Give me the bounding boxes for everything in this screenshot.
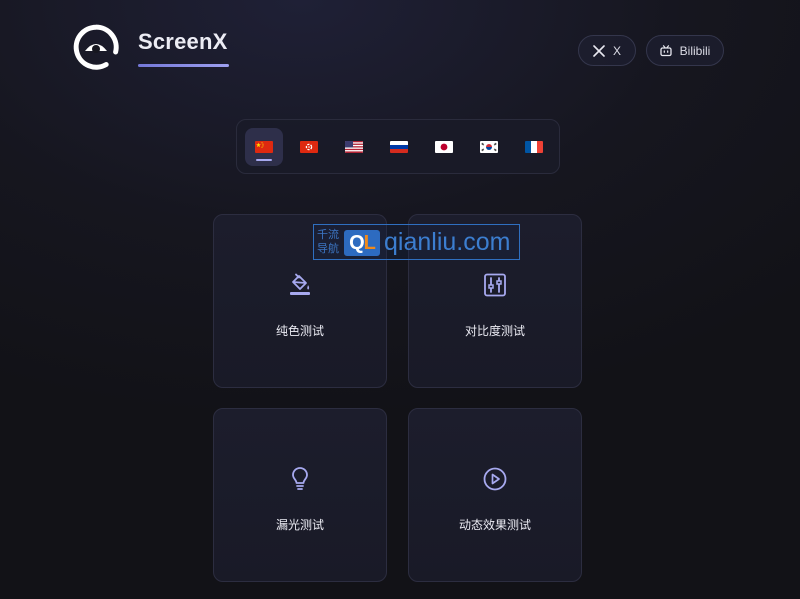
contrast-test-label: 对比度测试 — [464, 324, 525, 338]
x-link-label: X — [612, 43, 621, 58]
brand-name: ScreenX — [138, 29, 228, 54]
watermark-ql-logo: QL — [344, 230, 380, 256]
watermark-domain: qianliu.com — [384, 228, 511, 256]
south-korea-flag-icon — [480, 141, 498, 153]
lang-button-zh-hk[interactable] — [290, 128, 328, 166]
lang-button-ja[interactable] — [425, 128, 463, 166]
us-flag-icon — [345, 141, 363, 153]
motion-effect-test-label: 动态效果测试 — [458, 518, 531, 532]
solid-color-test-label: 纯色测试 — [275, 324, 324, 338]
japan-flag-icon — [435, 141, 453, 153]
bilibili-link-button[interactable]: Bilibili — [646, 35, 724, 66]
lang-button-en-us[interactable] — [335, 128, 373, 166]
lang-button-fr[interactable] — [515, 128, 553, 166]
watermark-chinese-text: 千流导航 — [317, 229, 339, 255]
x-logo-icon — [593, 44, 605, 57]
lang-button-ru[interactable] — [380, 128, 418, 166]
france-flag-icon — [525, 141, 543, 153]
bilibili-tv-icon — [660, 44, 672, 56]
language-selector — [236, 119, 560, 174]
play-circle-icon — [483, 467, 507, 491]
light-leak-test-label: 漏光测试 — [275, 518, 324, 532]
eye-logo-icon — [73, 24, 119, 70]
china-flag-icon — [255, 141, 273, 153]
brand-underline — [138, 64, 229, 67]
russia-flag-icon — [390, 141, 408, 153]
lightbulb-icon — [292, 467, 308, 490]
bilibili-link-label: Bilibili — [679, 43, 711, 58]
x-link-button[interactable]: X — [578, 35, 636, 66]
lang-button-ko[interactable] — [470, 128, 508, 166]
site-watermark: 千流导航 QL qianliu.com — [313, 224, 520, 260]
sliders-icon — [484, 273, 506, 297]
hong-kong-flag-icon — [300, 141, 318, 153]
light-leak-test-card[interactable]: 漏光测试 — [213, 408, 387, 582]
paint-bucket-icon — [290, 273, 310, 295]
active-language-indicator — [256, 159, 272, 161]
motion-effect-test-card[interactable]: 动态效果测试 — [408, 408, 582, 582]
lang-button-zh-cn[interactable] — [245, 128, 283, 166]
